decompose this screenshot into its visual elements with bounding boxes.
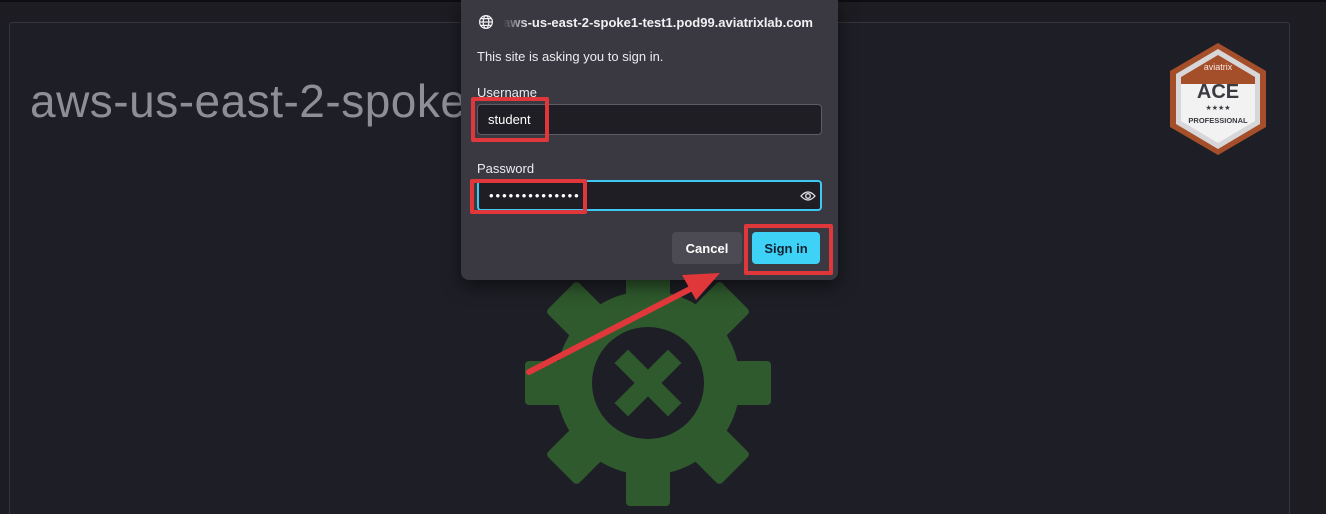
password-label: Password (477, 161, 535, 176)
badge-level: PROFESSIONAL (1188, 116, 1248, 125)
page-title: aws-us-east-2-spoke (30, 75, 467, 127)
show-password-eye-icon[interactable] (800, 189, 816, 203)
globe-icon (478, 14, 494, 30)
password-field[interactable] (477, 180, 822, 211)
sign-in-dialog: aws-us-east-2-spoke1-test1.pod99.aviatri… (461, 0, 838, 280)
ace-professional-badge: aviatrix ACE ★★★★ PROFESSIONAL (1170, 43, 1266, 155)
dialog-site-url: aws-us-east-2-spoke1-test1.pod99.aviatri… (503, 14, 813, 30)
sign-in-button[interactable]: Sign in (752, 232, 820, 264)
browser-page: aws-us-east-2-spoke aviatrix ACE ★★★★ PR… (0, 0, 1326, 514)
badge-stars: ★★★★ (1205, 104, 1230, 112)
annotation-arrow (526, 273, 720, 375)
username-field[interactable] (477, 104, 822, 135)
dialog-url-row: aws-us-east-2-spoke1-test1.pod99.aviatri… (478, 12, 838, 32)
badge-brand: aviatrix (1204, 62, 1233, 72)
username-label: Username (477, 85, 537, 100)
dialog-message: This site is asking you to sign in. (477, 49, 664, 64)
badge-title: ACE (1197, 81, 1239, 103)
